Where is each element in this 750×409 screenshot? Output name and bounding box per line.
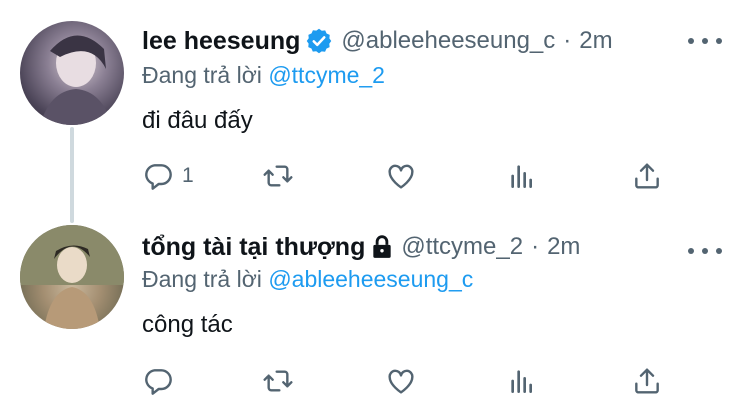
avatar-image (40, 35, 112, 125)
share-button[interactable] (631, 363, 663, 399)
replying-to-label: Đang trả lời (142, 62, 262, 88)
lock-icon (371, 234, 393, 260)
analytics-button[interactable] (506, 363, 538, 399)
tweet[interactable]: lee heeseung @ableeheeseung_c · 2m Đang … (0, 0, 750, 205)
separator-dot: · (563, 27, 572, 54)
heart-icon (388, 164, 414, 189)
display-name[interactable]: lee heeseung (142, 27, 300, 56)
retweet-button[interactable] (262, 363, 294, 399)
user-handle[interactable]: @ableeheeseung_c (341, 27, 555, 55)
share-button[interactable] (631, 158, 663, 194)
share-icon (635, 368, 659, 394)
retweet-icon (263, 165, 293, 187)
reply-button[interactable] (142, 363, 182, 399)
share-icon (635, 163, 659, 189)
tweet-header: lee heeseung @ableeheeseung_c · 2m (142, 22, 613, 60)
user-handle[interactable]: @ttcyme_2 (401, 233, 523, 261)
bar-chart-icon (511, 165, 532, 188)
bar-chart-icon (511, 370, 532, 393)
replying-to: Đang trả lời @ableeheeseung_c (142, 266, 473, 293)
reply-count: 1 (182, 164, 194, 187)
analytics-button[interactable] (506, 158, 538, 194)
replying-to-label: Đang trả lời (142, 266, 262, 292)
retweet-icon (263, 370, 293, 392)
timestamp[interactable]: 2m (547, 233, 580, 261)
more-options-icon[interactable] (688, 241, 722, 261)
tweet-text: công tác (142, 311, 233, 338)
tweet-actions: 1 (142, 158, 672, 194)
avatar[interactable] (20, 21, 124, 125)
like-button[interactable] (385, 363, 417, 399)
mention-link[interactable]: @ableeheeseung_c (268, 266, 473, 292)
tweet[interactable]: tổng tài tại thượng @ttcyme_2 · 2m Đang … (0, 207, 750, 409)
retweet-button[interactable] (262, 158, 294, 194)
tweet-actions (142, 363, 672, 399)
reply-button[interactable]: 1 (142, 158, 194, 194)
display-name[interactable]: tổng tài tại thượng (142, 233, 365, 262)
tweet-text: đi đâu đấy (142, 107, 253, 134)
more-options-icon[interactable] (688, 31, 722, 51)
replying-to: Đang trả lời @ttcyme_2 (142, 62, 385, 89)
tweet-header: tổng tài tại thượng @ttcyme_2 · 2m (142, 228, 580, 266)
avatar-image (20, 225, 124, 329)
like-button[interactable] (385, 158, 417, 194)
reply-icon (145, 164, 172, 190)
timestamp[interactable]: 2m (579, 27, 612, 55)
heart-icon (388, 369, 414, 394)
reply-icon (145, 369, 172, 395)
mention-link[interactable]: @ttcyme_2 (268, 62, 385, 88)
verified-badge-icon (305, 27, 333, 55)
separator-dot: · (531, 233, 540, 260)
avatar[interactable] (20, 225, 124, 329)
